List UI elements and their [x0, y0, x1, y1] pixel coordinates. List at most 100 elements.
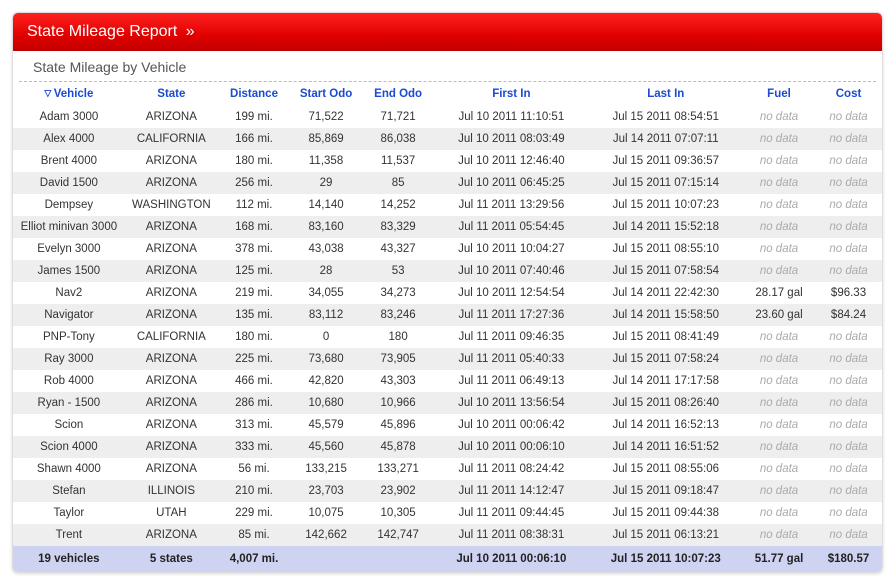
- total-fuel: 51.77 gal: [743, 546, 815, 572]
- table-row: DempseyWASHINGTON112 mi.14,14014,252Jul …: [13, 194, 882, 216]
- cell-first_in: Jul 11 2011 09:46:35: [434, 326, 588, 348]
- cell-last_in: Jul 15 2011 10:07:23: [589, 194, 743, 216]
- cell-last_in: Jul 14 2011 22:42:30: [589, 282, 743, 304]
- cell-end_odo: 34,273: [362, 282, 434, 304]
- cell-start_odo: 11,358: [290, 150, 362, 172]
- cell-cost: no data: [815, 414, 882, 436]
- cell-fuel: no data: [743, 128, 815, 150]
- cell-start_odo: 28: [290, 260, 362, 282]
- col-header-cost[interactable]: Cost: [815, 82, 882, 106]
- col-header-end-odo[interactable]: End Odo: [362, 82, 434, 106]
- cell-cost: no data: [815, 458, 882, 480]
- cell-end_odo: 45,878: [362, 436, 434, 458]
- cell-vehicle: Nav2: [13, 282, 125, 304]
- cell-start_odo: 45,579: [290, 414, 362, 436]
- cell-first_in: Jul 10 2011 07:40:46: [434, 260, 588, 282]
- cell-last_in: Jul 15 2011 09:18:47: [589, 480, 743, 502]
- cell-first_in: Jul 11 2011 09:44:45: [434, 502, 588, 524]
- cell-first_in: Jul 10 2011 10:04:27: [434, 238, 588, 260]
- report-title: State Mileage Report: [27, 23, 177, 40]
- table-body: Adam 3000ARIZONA199 mi.71,52271,721Jul 1…: [13, 106, 882, 546]
- col-header-distance[interactable]: Distance: [218, 82, 290, 106]
- table-row: Brent 4000ARIZONA180 mi.11,35811,537Jul …: [13, 150, 882, 172]
- cell-first_in: Jul 10 2011 12:46:40: [434, 150, 588, 172]
- table-row: Alex 4000CALIFORNIA166 mi.85,86986,038Ju…: [13, 128, 882, 150]
- mileage-table: Vehicle State Distance Start Odo End Odo…: [13, 82, 882, 572]
- col-header-first-in[interactable]: First In: [434, 82, 588, 106]
- col-header-fuel[interactable]: Fuel: [743, 82, 815, 106]
- col-header-last-in[interactable]: Last In: [589, 82, 743, 106]
- total-vehicles: 19 vehicles: [13, 546, 125, 572]
- cell-start_odo: 142,662: [290, 524, 362, 546]
- total-states: 5 states: [125, 546, 218, 572]
- col-header-start-odo[interactable]: Start Odo: [290, 82, 362, 106]
- cell-cost: $84.24: [815, 304, 882, 326]
- cell-start_odo: 42,820: [290, 370, 362, 392]
- cell-distance: 219 mi.: [218, 282, 290, 304]
- cell-end_odo: 133,271: [362, 458, 434, 480]
- cell-state: ARIZONA: [125, 238, 218, 260]
- cell-distance: 466 mi.: [218, 370, 290, 392]
- cell-vehicle: Scion: [13, 414, 125, 436]
- cell-distance: 333 mi.: [218, 436, 290, 458]
- cell-first_in: Jul 11 2011 14:12:47: [434, 480, 588, 502]
- cell-vehicle: Dempsey: [13, 194, 125, 216]
- cell-vehicle: Navigator: [13, 304, 125, 326]
- cell-cost: no data: [815, 436, 882, 458]
- cell-fuel: no data: [743, 436, 815, 458]
- cell-fuel: no data: [743, 524, 815, 546]
- cell-state: CALIFORNIA: [125, 128, 218, 150]
- cell-fuel: no data: [743, 172, 815, 194]
- cell-start_odo: 0: [290, 326, 362, 348]
- cell-last_in: Jul 15 2011 08:26:40: [589, 392, 743, 414]
- cell-vehicle: Alex 4000: [13, 128, 125, 150]
- cell-cost: no data: [815, 238, 882, 260]
- col-header-state[interactable]: State: [125, 82, 218, 106]
- cell-last_in: Jul 15 2011 06:13:21: [589, 524, 743, 546]
- cell-first_in: Jul 10 2011 11:10:51: [434, 106, 588, 128]
- cell-end_odo: 10,966: [362, 392, 434, 414]
- cell-first_in: Jul 10 2011 08:03:49: [434, 128, 588, 150]
- cell-distance: 125 mi.: [218, 260, 290, 282]
- cell-first_in: Jul 11 2011 05:40:33: [434, 348, 588, 370]
- table-row: Ray 3000ARIZONA225 mi.73,68073,905Jul 11…: [13, 348, 882, 370]
- cell-fuel: no data: [743, 326, 815, 348]
- cell-last_in: Jul 15 2011 07:58:24: [589, 348, 743, 370]
- cell-start_odo: 23,703: [290, 480, 362, 502]
- table-totals-row: 19 vehicles 5 states 4,007 mi. Jul 10 20…: [13, 546, 882, 572]
- cell-vehicle: Evelyn 3000: [13, 238, 125, 260]
- cell-fuel: 23.60 gal: [743, 304, 815, 326]
- cell-distance: 56 mi.: [218, 458, 290, 480]
- cell-end_odo: 43,327: [362, 238, 434, 260]
- cell-cost: no data: [815, 370, 882, 392]
- cell-cost: no data: [815, 216, 882, 238]
- cell-first_in: Jul 10 2011 00:06:10: [434, 436, 588, 458]
- cell-start_odo: 29: [290, 172, 362, 194]
- cell-last_in: Jul 14 2011 16:51:52: [589, 436, 743, 458]
- cell-end_odo: 85: [362, 172, 434, 194]
- cell-last_in: Jul 14 2011 17:17:58: [589, 370, 743, 392]
- table-row: James 1500ARIZONA125 mi.2853Jul 10 2011 …: [13, 260, 882, 282]
- table-row: Evelyn 3000ARIZONA378 mi.43,03843,327Jul…: [13, 238, 882, 260]
- col-header-vehicle[interactable]: Vehicle: [13, 82, 125, 106]
- cell-fuel: no data: [743, 348, 815, 370]
- cell-last_in: Jul 14 2011 16:52:13: [589, 414, 743, 436]
- cell-vehicle: Ray 3000: [13, 348, 125, 370]
- cell-vehicle: Adam 3000: [13, 106, 125, 128]
- cell-state: ARIZONA: [125, 414, 218, 436]
- cell-cost: no data: [815, 106, 882, 128]
- cell-first_in: Jul 11 2011 13:29:56: [434, 194, 588, 216]
- cell-cost: no data: [815, 260, 882, 282]
- cell-fuel: no data: [743, 106, 815, 128]
- cell-start_odo: 14,140: [290, 194, 362, 216]
- total-start-odo: [290, 546, 362, 572]
- cell-vehicle: Ryan - 1500: [13, 392, 125, 414]
- table-row: Nav2ARIZONA219 mi.34,05534,273Jul 10 201…: [13, 282, 882, 304]
- total-first-in: Jul 10 2011 00:06:10: [434, 546, 588, 572]
- table-row: Elliot minivan 3000ARIZONA168 mi.83,1608…: [13, 216, 882, 238]
- cell-end_odo: 10,305: [362, 502, 434, 524]
- cell-cost: no data: [815, 502, 882, 524]
- cell-distance: 85 mi.: [218, 524, 290, 546]
- table-row: David 1500ARIZONA256 mi.2985Jul 10 2011 …: [13, 172, 882, 194]
- cell-last_in: Jul 15 2011 08:55:06: [589, 458, 743, 480]
